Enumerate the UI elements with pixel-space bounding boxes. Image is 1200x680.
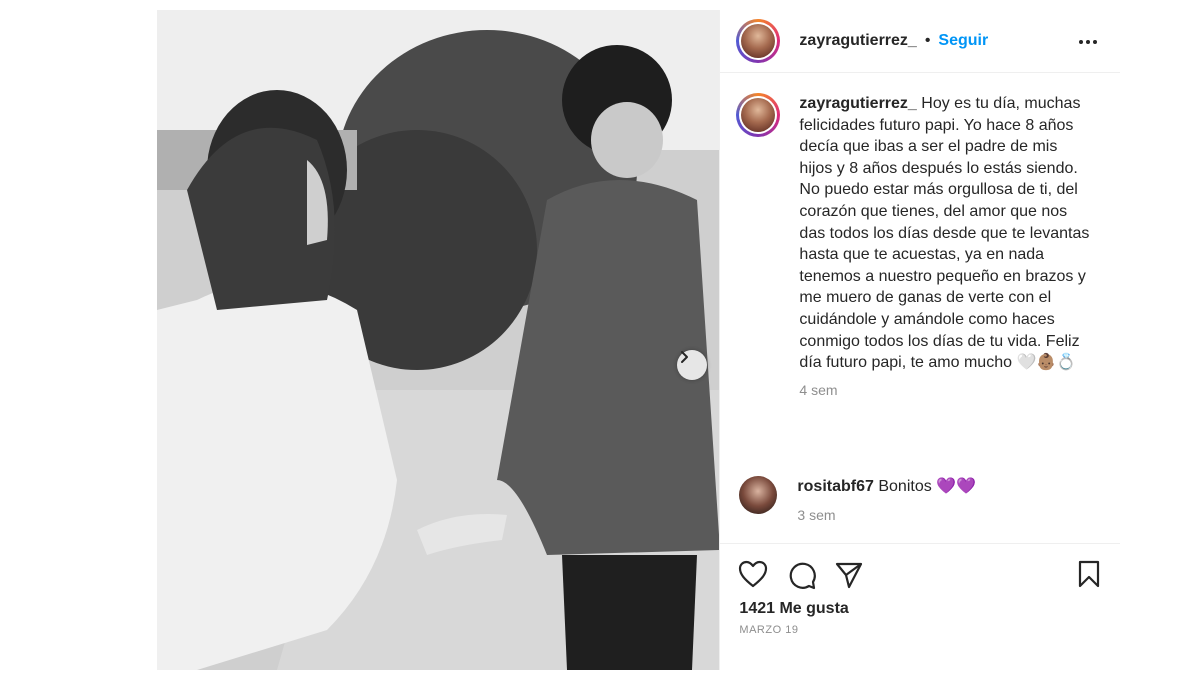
save-button[interactable] bbox=[1077, 560, 1101, 593]
post-caption: zayragutierrez_ Hoy es tu día, muchas fe… bbox=[736, 93, 1089, 401]
follow-button[interactable]: Seguir bbox=[938, 32, 988, 50]
post-date[interactable]: MARZO 19 bbox=[739, 624, 798, 636]
caption-timestamp[interactable]: 4 sem bbox=[799, 380, 1089, 402]
chevron-right-icon bbox=[681, 351, 688, 363]
comment-username[interactable]: rositabf67 bbox=[797, 478, 873, 495]
share-button[interactable] bbox=[834, 560, 864, 595]
author-username[interactable]: zayragutierrez_ bbox=[799, 32, 916, 50]
comment-body: rositabf67 Bonitos 💜💜 3 sem bbox=[797, 476, 976, 526]
comment-timestamp[interactable]: 3 sem bbox=[797, 504, 976, 526]
instagram-post: zayragutierrez_ • Seguir zayragutierrez_… bbox=[157, 10, 1121, 670]
bookmark-icon bbox=[1079, 560, 1100, 588]
post-side-panel: zayragutierrez_ • Seguir zayragutierrez_… bbox=[719, 10, 1121, 670]
separator-dot: • bbox=[924, 32, 931, 49]
comment-item: rositabf67 Bonitos 💜💜 3 sem bbox=[736, 476, 976, 526]
like-button[interactable] bbox=[738, 560, 768, 593]
post-photo[interactable] bbox=[157, 10, 720, 670]
more-options-icon bbox=[1079, 40, 1097, 44]
caption-body: zayragutierrez_ Hoy es tu día, muchas fe… bbox=[799, 93, 1089, 401]
caption-avatar[interactable] bbox=[736, 93, 781, 137]
paper-plane-icon bbox=[836, 562, 863, 589]
action-bar bbox=[720, 543, 1121, 604]
comment-icon bbox=[790, 562, 817, 590]
heart-icon bbox=[739, 560, 768, 588]
caption-text: Hoy es tu día, muchas felicidades futuro… bbox=[799, 95, 1090, 372]
comment-button[interactable] bbox=[787, 560, 817, 595]
post-header: zayragutierrez_ • Seguir bbox=[720, 10, 1120, 73]
next-photo-button[interactable] bbox=[677, 350, 707, 380]
comment-text: Bonitos 💜💜 bbox=[878, 478, 976, 495]
likes-count[interactable]: 1421 Me gusta bbox=[739, 600, 848, 618]
avatar-border bbox=[739, 96, 778, 134]
avatar-border bbox=[739, 22, 778, 60]
more-options-button[interactable] bbox=[1078, 32, 1098, 50]
author-avatar[interactable] bbox=[736, 19, 781, 63]
photo-illustration bbox=[157, 10, 720, 670]
avatar-image bbox=[741, 98, 776, 132]
avatar-image bbox=[741, 24, 776, 58]
caption-username[interactable]: zayragutierrez_ bbox=[799, 95, 916, 112]
commenter-avatar[interactable] bbox=[739, 476, 778, 514]
